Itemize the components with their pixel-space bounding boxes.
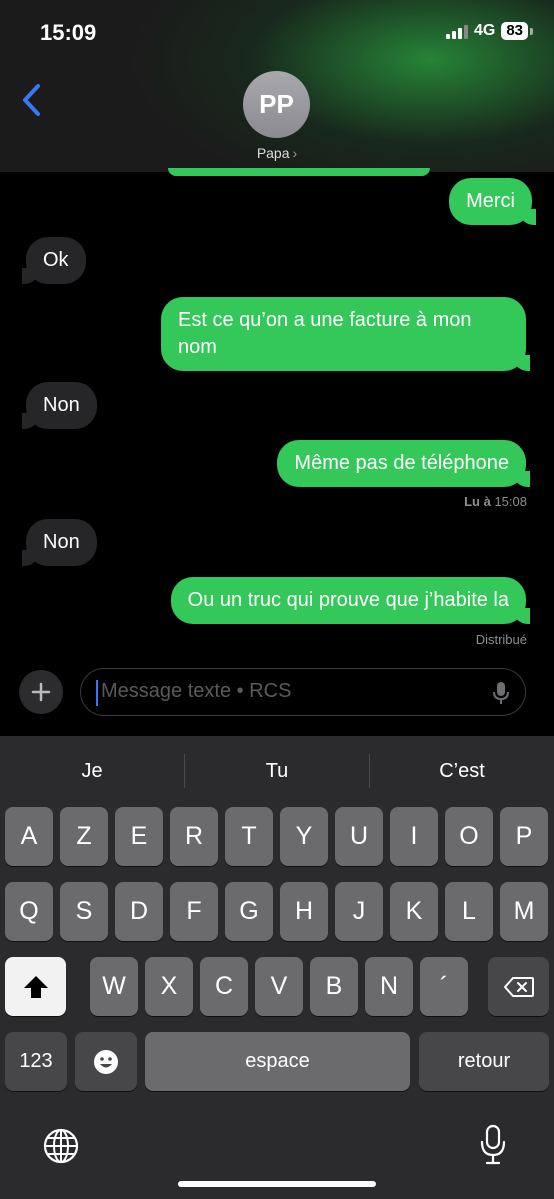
battery-icon: 83 (501, 22, 533, 40)
microphone-icon[interactable] (493, 681, 509, 705)
plus-icon (31, 682, 51, 702)
keyboard: Je Tu C’est A Z E R T Y U I O P Q S D F … (0, 736, 554, 1199)
key-r[interactable]: R (170, 807, 218, 866)
globe-icon[interactable] (42, 1127, 80, 1165)
delete-button[interactable] (488, 957, 549, 1016)
key-i[interactable]: I (390, 807, 438, 866)
key-x[interactable]: X (145, 957, 193, 1016)
chevron-right-icon: › (292, 145, 298, 161)
network-type: 4G (473, 22, 496, 39)
emoji-button[interactable] (75, 1032, 137, 1091)
numbers-key[interactable]: 123 (5, 1032, 67, 1091)
key-z[interactable]: Z (60, 807, 108, 866)
key-t[interactable]: T (225, 807, 273, 866)
key-h[interactable]: H (280, 882, 328, 941)
emoji-icon (94, 1049, 118, 1074)
return-key[interactable]: retour (419, 1032, 549, 1091)
message-bubble-outgoing[interactable]: Merci (449, 178, 536, 225)
key-s[interactable]: S (60, 882, 108, 941)
key-f[interactable]: F (170, 882, 218, 941)
backspace-icon (503, 976, 534, 997)
key-l[interactable]: L (445, 882, 493, 941)
text-cursor (96, 680, 98, 706)
key-m[interactable]: M (500, 882, 548, 941)
message-bubble-outgoing[interactable]: Même pas de téléphone (277, 440, 530, 487)
home-indicator[interactable] (178, 1181, 376, 1187)
previous-message-edge (168, 168, 430, 176)
message-bubble-incoming[interactable]: Non (22, 382, 97, 429)
key-p[interactable]: P (500, 807, 548, 866)
key-o[interactable]: O (445, 807, 493, 866)
key-j[interactable]: J (335, 882, 383, 941)
signal-icon (445, 23, 468, 39)
key-b[interactable]: B (310, 957, 358, 1016)
microphone-icon[interactable] (479, 1124, 507, 1166)
read-receipt: Lu à 15:08 (464, 494, 527, 509)
message-bubble-outgoing[interactable]: Est ce qu’on a une facture à mon nom (161, 297, 530, 371)
shift-button[interactable] (5, 957, 66, 1016)
key-q[interactable]: Q (5, 882, 53, 941)
shift-icon (23, 975, 48, 998)
key-c[interactable]: C (200, 957, 248, 1016)
contact-name: Papa (256, 145, 290, 161)
status-time: 15:09 (40, 20, 97, 45)
suggestion-2[interactable]: Tu (185, 760, 369, 783)
message-bubble-incoming[interactable]: Ok (22, 237, 86, 284)
key-k[interactable]: K (390, 882, 438, 941)
contact-name-button[interactable]: Papa › (0, 145, 554, 161)
suggestion-3[interactable]: C’est (370, 760, 554, 783)
key-n[interactable]: N (365, 957, 413, 1016)
key-a[interactable]: A (5, 807, 53, 866)
key-e[interactable]: E (115, 807, 163, 866)
key-g[interactable]: G (225, 882, 273, 941)
key-y[interactable]: Y (280, 807, 328, 866)
key-d[interactable]: D (115, 882, 163, 941)
key-v[interactable]: V (255, 957, 303, 1016)
key-u[interactable]: U (335, 807, 383, 866)
delivery-status: Distribué (475, 632, 527, 647)
message-placeholder: Message texte • RCS (101, 680, 292, 702)
space-key[interactable]: espace (145, 1032, 410, 1091)
message-input[interactable]: Message texte • RCS (80, 668, 526, 716)
message-bubble-incoming[interactable]: Non (22, 519, 97, 566)
suggestion-1[interactable]: Je (0, 760, 184, 783)
chevron-left-icon (23, 84, 40, 116)
back-button[interactable] (18, 80, 48, 120)
conversation-header: 15:09 4G 83 PP Papa › (0, 0, 554, 172)
message-bubble-outgoing[interactable]: Ou un truc qui prouve que j’habite la (170, 577, 531, 624)
key-w[interactable]: W (90, 957, 138, 1016)
status-indicators: 4G 83 (445, 22, 533, 40)
key-accent[interactable]: ´ (420, 957, 468, 1016)
contact-avatar[interactable]: PP (243, 71, 310, 138)
add-attachment-button[interactable] (19, 670, 63, 714)
